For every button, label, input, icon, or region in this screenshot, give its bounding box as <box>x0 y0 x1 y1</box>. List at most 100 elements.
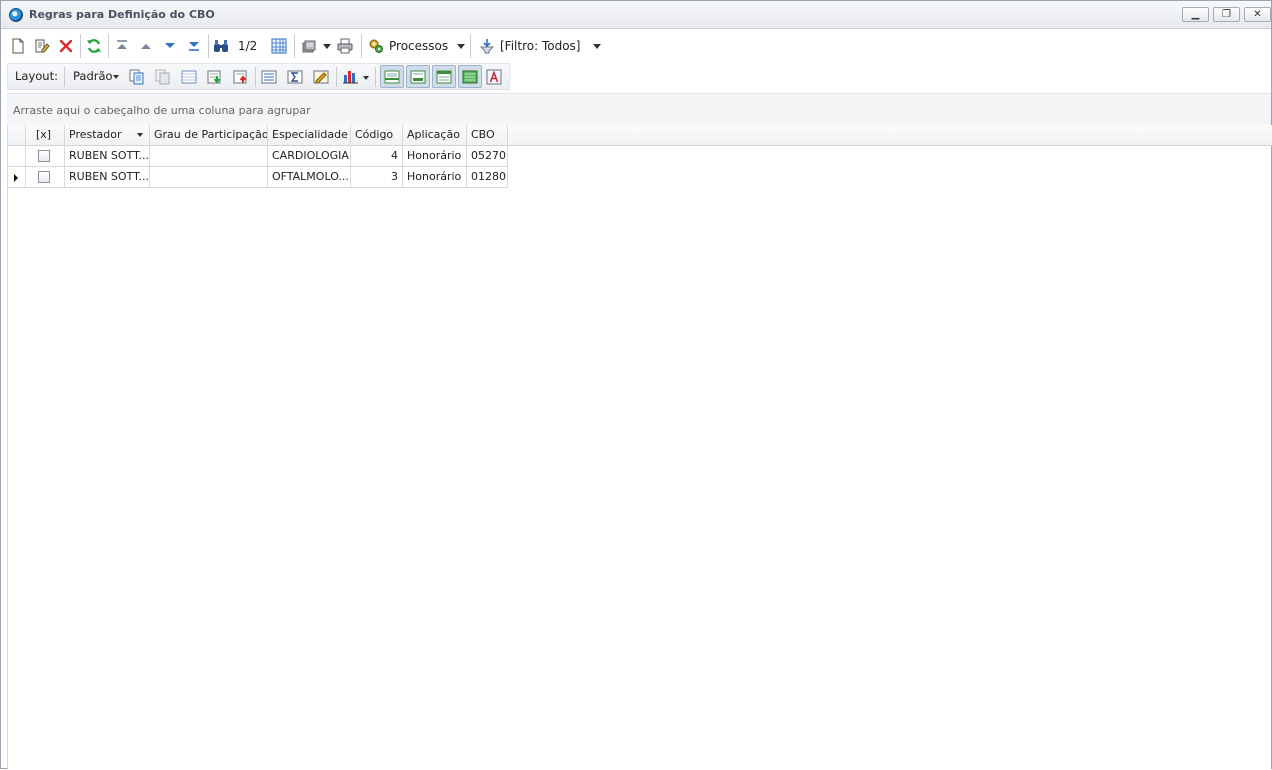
toolbar-separator <box>361 34 362 58</box>
gears-icon <box>369 39 383 53</box>
table-row[interactable]: RUBEN SOTT... OFTALMOLO... 3 Honorário 0… <box>8 167 508 188</box>
cell-grau <box>150 146 268 167</box>
row-select-cell <box>26 167 65 188</box>
cell-prestador: RUBEN SOTT... <box>65 146 150 167</box>
bar-chart-icon <box>343 71 358 84</box>
font-a-icon <box>486 69 502 85</box>
row-checkbox[interactable] <box>38 171 50 183</box>
layout-value: Padrão <box>73 69 113 83</box>
toolbar-separator <box>255 67 256 87</box>
toolbar-separator <box>375 67 376 87</box>
group-by-panel[interactable]: Arraste aqui o cabeçalho de uma coluna p… <box>7 93 1271 125</box>
app-logo-icon <box>9 8 23 22</box>
table-row[interactable]: RUBEN SOTT... CARDIOLOGIA 4 Honorário 05… <box>8 146 508 167</box>
filter-funnel-icon <box>479 39 495 54</box>
minimize-button[interactable]: ▁ <box>1182 7 1209 22</box>
column-header-cbo[interactable]: CBO <box>467 125 508 146</box>
grid-table-icon <box>271 38 287 54</box>
chevron-down-icon <box>363 76 369 80</box>
edit-document-icon <box>35 39 50 53</box>
app-window: Regras para Definição do CBO ▁ ❐ ✕ 1/2 P… <box>0 0 1272 770</box>
cell-aplicacao: Honorário <box>403 167 467 188</box>
filter-label: [Filtro: Todos] <box>500 39 581 53</box>
toolbar-separator <box>80 34 81 58</box>
printer-icon <box>337 38 353 54</box>
view-fill-icon <box>462 70 478 84</box>
sort-chevron-down-icon <box>137 133 143 137</box>
column-header-especialidade[interactable]: Especialidade <box>268 125 351 146</box>
filter-dropdown-button[interactable]: [Filtro: Todos] <box>479 37 605 55</box>
toggle-group-panel-button[interactable] <box>432 65 456 88</box>
toggle-footer-button[interactable] <box>406 65 430 88</box>
toggle-grid-fill-button[interactable] <box>458 65 482 88</box>
chart-dropdown-button[interactable] <box>343 68 371 86</box>
column-header-codigo[interactable]: Código <box>351 125 403 146</box>
cell-codigo: 3 <box>351 167 403 188</box>
cell-prestador: RUBEN SOTT... <box>65 167 150 188</box>
cell-aplicacao: Honorário <box>403 146 467 167</box>
view-header-icon <box>384 70 400 84</box>
cell-especialidade: CARDIOLOGIA <box>268 146 351 167</box>
last-record-icon <box>189 42 199 51</box>
row-checkbox[interactable] <box>38 150 50 162</box>
toolbar-separator <box>108 34 109 58</box>
new-document-icon <box>12 38 24 54</box>
processes-label: Processos <box>389 39 449 53</box>
cell-grau <box>150 167 268 188</box>
column-header-prestador[interactable]: Prestador <box>65 125 150 146</box>
toolbar-separator <box>470 34 471 58</box>
main-toolbar: 1/2 Processos [Filtro: Todos] <box>7 31 1271 61</box>
column-header-aplicacao[interactable]: Aplicação <box>403 125 467 146</box>
toggle-header-button[interactable] <box>380 65 404 88</box>
row-select-cell <box>26 146 65 167</box>
columns-icon <box>181 70 197 84</box>
record-counter: 1/2 <box>238 39 258 53</box>
chevron-down-icon <box>457 44 465 49</box>
view-footer-icon <box>410 70 426 84</box>
row-indicator <box>8 167 26 188</box>
layout-label: Layout: <box>15 69 58 83</box>
sigma-sum-icon <box>287 70 303 84</box>
cell-especialidade: OFTALMOLO... <box>268 167 351 188</box>
row-indicator <box>8 146 26 167</box>
group-by-hint: Arraste aqui o cabeçalho de uma coluna p… <box>13 104 311 117</box>
cell-cbo: 05270 <box>467 146 508 167</box>
layout-toolbar: Layout: Padrão <box>7 63 510 90</box>
data-grid: [x] Prestador Grau de Participação Espec… <box>7 125 1272 770</box>
toolbar-separator <box>64 67 65 87</box>
export-red-icon <box>233 70 247 84</box>
column-header-prestador-label: Prestador <box>69 128 122 141</box>
close-button[interactable]: ✕ <box>1244 7 1271 22</box>
toolbar-separator <box>336 67 337 87</box>
delete-x-icon <box>59 39 73 53</box>
chevron-down-icon <box>113 75 119 79</box>
reports-dropdown-button[interactable] <box>301 38 331 54</box>
column-header-select[interactable]: [x] <box>26 125 65 146</box>
stack-report-icon <box>302 40 316 53</box>
column-header-grau[interactable]: Grau de Participação <box>150 125 268 146</box>
copy-layout-icon <box>129 69 144 85</box>
pencil-grid-icon <box>313 70 329 84</box>
view-group-icon <box>436 70 452 84</box>
cell-codigo: 4 <box>351 146 403 167</box>
layout-disabled-icon <box>155 69 170 85</box>
cell-cbo: 01280 <box>467 167 508 188</box>
row-indicator-header <box>8 125 26 146</box>
rows-format-icon <box>261 70 277 84</box>
current-row-arrow-icon <box>14 174 18 182</box>
maximize-button[interactable]: ❐ <box>1213 7 1240 22</box>
first-record-icon <box>117 40 127 49</box>
toolbar-separator <box>208 34 209 58</box>
title-bar: Regras para Definição do CBO ▁ ❐ ✕ <box>1 1 1271 29</box>
layout-selector[interactable]: Padrão <box>72 68 122 84</box>
binoculars-icon <box>214 40 228 52</box>
window-title: Regras para Definição do CBO <box>29 8 215 21</box>
import-green-icon <box>207 70 221 84</box>
toolbar-separator <box>294 34 295 58</box>
arrow-down-icon <box>165 43 175 48</box>
chevron-down-icon <box>323 44 331 49</box>
refresh-icon <box>87 39 101 53</box>
arrow-up-icon <box>141 44 151 49</box>
chevron-down-icon <box>593 44 601 49</box>
processes-dropdown-button[interactable]: Processos <box>368 37 468 55</box>
